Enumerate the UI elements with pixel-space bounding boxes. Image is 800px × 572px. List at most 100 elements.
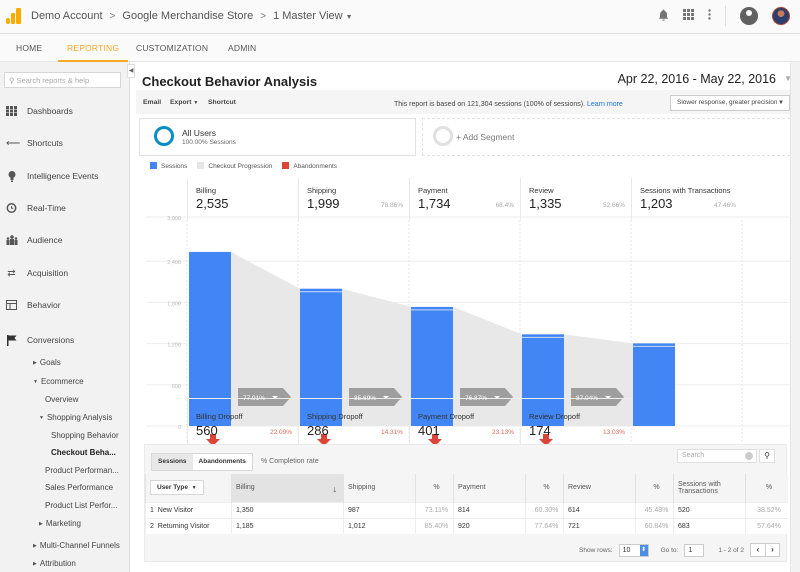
col-review-pct[interactable]: %	[635, 474, 674, 502]
precision-value: Slower response, greater precision	[677, 99, 778, 106]
sidebar-item-marketing[interactable]: ▶ Marketing	[39, 519, 81, 528]
label: Shopping Analysis	[46, 413, 113, 422]
col-payment[interactable]: Payment	[453, 474, 526, 502]
label: Marketing	[45, 519, 81, 528]
value-cell: 920	[453, 517, 526, 534]
breadcrumb: Demo Account > Google Merchandise Store …	[31, 10, 353, 22]
shortcut-button[interactable]: Shortcut	[208, 99, 236, 106]
row-name[interactable]: New Visitor	[158, 507, 193, 514]
user-type-select[interactable]: User Type ▼	[150, 480, 204, 496]
dropoff-name: Payment Dropoff	[418, 412, 475, 421]
col-review[interactable]: Review	[563, 474, 636, 502]
show-rows-select[interactable]: 10	[618, 543, 649, 557]
segment-all-users[interactable]: All Users 100.00% Sessions	[139, 118, 416, 156]
data-table: User Type ▼ Billing ↓ Shipping % Payment …	[145, 474, 788, 534]
legend-swatch	[282, 162, 290, 169]
learn-more-link[interactable]: Learn more	[587, 101, 623, 108]
dropoff-box[interactable]: Review Dropoff 174 13.03%	[520, 398, 631, 444]
sidebar-item-attribution[interactable]: ▶ Attribution	[33, 559, 76, 568]
sidebar-item-multi-channel-funnels[interactable]: ▶ Multi-Channel Funnels	[33, 541, 120, 550]
apps-grid-icon[interactable]	[683, 9, 694, 23]
sidebar-label: Shortcuts	[27, 138, 63, 148]
breadcrumb-account[interactable]: Demo Account	[31, 10, 103, 22]
pct-cell: 57.64%	[745, 517, 788, 534]
session-bar	[633, 343, 675, 426]
tab-admin[interactable]: ADMIN	[228, 43, 256, 53]
behavior-icon	[6, 300, 17, 311]
sampling-text: This report is based on 121,304 sessions…	[394, 101, 586, 108]
main-nav: HOME REPORTING CUSTOMIZATION ADMIN	[0, 34, 800, 62]
completion-rate-label[interactable]: % Completion rate	[261, 458, 319, 465]
email-button[interactable]: Email	[143, 99, 161, 106]
prev-page-button[interactable]: ‹	[751, 544, 765, 556]
clear-icon[interactable]	[745, 452, 753, 460]
sidebar-item-product-list-performance[interactable]: Product List Perfor...	[45, 501, 117, 510]
dimension-header: User Type ▼	[145, 474, 232, 502]
sidebar-item-goals[interactable]: ▶ Goals	[33, 358, 61, 367]
analytics-logo-icon[interactable]	[6, 8, 22, 24]
sidebar-item-ecommerce[interactable]: ▼ Ecommerce	[33, 377, 84, 386]
col-shipping[interactable]: Shipping	[343, 474, 416, 502]
col-shipping-pct[interactable]: %	[415, 474, 454, 502]
sidebar-label: Behavior	[27, 300, 61, 310]
toggle-abandonments[interactable]: Abandonments	[193, 454, 252, 470]
page-scrollbar[interactable]	[790, 62, 800, 572]
dropoff-box[interactable]: Billing Dropoff 560 22.09%	[187, 398, 298, 444]
col-transactions-pct[interactable]: %	[745, 474, 788, 502]
breadcrumb-view[interactable]: 1 Master View ▼	[273, 10, 352, 22]
col-payment-pct[interactable]: %	[525, 474, 564, 502]
caret-down-icon: ▼	[778, 100, 784, 106]
triangle-right-icon: ▶	[33, 542, 37, 549]
col-transactions[interactable]: Sessions with Transactions	[673, 474, 746, 502]
legend-sessions: Sessions	[150, 162, 187, 170]
sidebar-item-sales-performance[interactable]: Sales Performance	[45, 483, 113, 492]
collapse-sidebar-button[interactable]: ◀	[127, 64, 135, 78]
pct-cell: 60.30%	[525, 501, 564, 518]
tab-reporting[interactable]: REPORTING	[57, 43, 129, 62]
goto-input[interactable]: 1	[684, 543, 705, 557]
sidebar-item-checkout-behavior[interactable]: Checkout Beha...	[51, 448, 116, 457]
tab-home[interactable]: HOME	[16, 43, 42, 53]
precision-select[interactable]: Slower response, greater precision ▼	[670, 95, 790, 111]
dropoff-box[interactable]: Payment Dropoff 401 23.13%	[409, 398, 520, 444]
sidebar-label: Intelligence Events	[27, 171, 99, 181]
label: Ecommerce	[40, 377, 84, 386]
dropoff-name: Review Dropoff	[529, 412, 581, 421]
table-search-button[interactable]: ⚲	[759, 449, 775, 463]
sidebar-item-shopping-analysis[interactable]: ▼ Shopping Analysis	[39, 413, 112, 422]
dropoff-box[interactable]: Shipping Dropoff 286 14.31%	[298, 398, 409, 444]
notifications-icon[interactable]	[658, 9, 669, 24]
more-vert-icon[interactable]	[708, 9, 711, 23]
value-cell: 520	[673, 501, 746, 518]
account-circle-icon[interactable]	[740, 7, 758, 25]
breadcrumb-property[interactable]: Google Merchandise Store	[122, 10, 253, 22]
sidebar-item-shopping-behavior[interactable]: Shopping Behavior	[51, 431, 119, 440]
user-avatar[interactable]	[772, 7, 790, 25]
add-segment-button[interactable]: + Add Segment	[422, 118, 800, 156]
sidebar-item-product-performance[interactable]: Product Performan...	[45, 466, 119, 475]
row-name[interactable]: Returning Visitor	[158, 523, 210, 530]
table-search-input[interactable]: Search	[677, 449, 757, 463]
search-reports-input[interactable]: ⚲ Search reports & help	[4, 72, 121, 88]
dropoff-value: 401	[418, 423, 440, 438]
search-placeholder: Search reports & help	[16, 76, 90, 85]
next-page-button[interactable]: ›	[765, 544, 779, 556]
date-range-picker[interactable]: Apr 22, 2016 - May 22, 2016 ▼	[612, 68, 794, 90]
col-billing[interactable]: Billing ↓	[231, 474, 344, 502]
caret-down-icon: ▼	[345, 14, 353, 21]
stage-name: Billing	[196, 186, 217, 195]
goto-label: Go to:	[660, 546, 679, 554]
sidebar-item-overview[interactable]: Overview	[45, 395, 78, 404]
toggle-sessions[interactable]: Sessions	[152, 454, 193, 470]
export-button[interactable]: Export ▼	[170, 99, 198, 106]
label: User Type	[157, 484, 188, 492]
date-range-text: Apr 22, 2016 - May 22, 2016	[617, 72, 776, 86]
caret-down-icon: ▼	[193, 100, 199, 106]
page-buttons: ‹ ›	[750, 543, 780, 557]
tab-customization[interactable]: CUSTOMIZATION	[136, 43, 208, 53]
sort-desc-icon: ↓	[332, 484, 338, 495]
pct-cell: 45.48%	[635, 501, 674, 518]
funnel-stage-payment: Payment 1,734 68.4%	[409, 178, 520, 220]
y-tick-label: 1,800	[167, 301, 181, 307]
label: Export	[170, 99, 192, 106]
